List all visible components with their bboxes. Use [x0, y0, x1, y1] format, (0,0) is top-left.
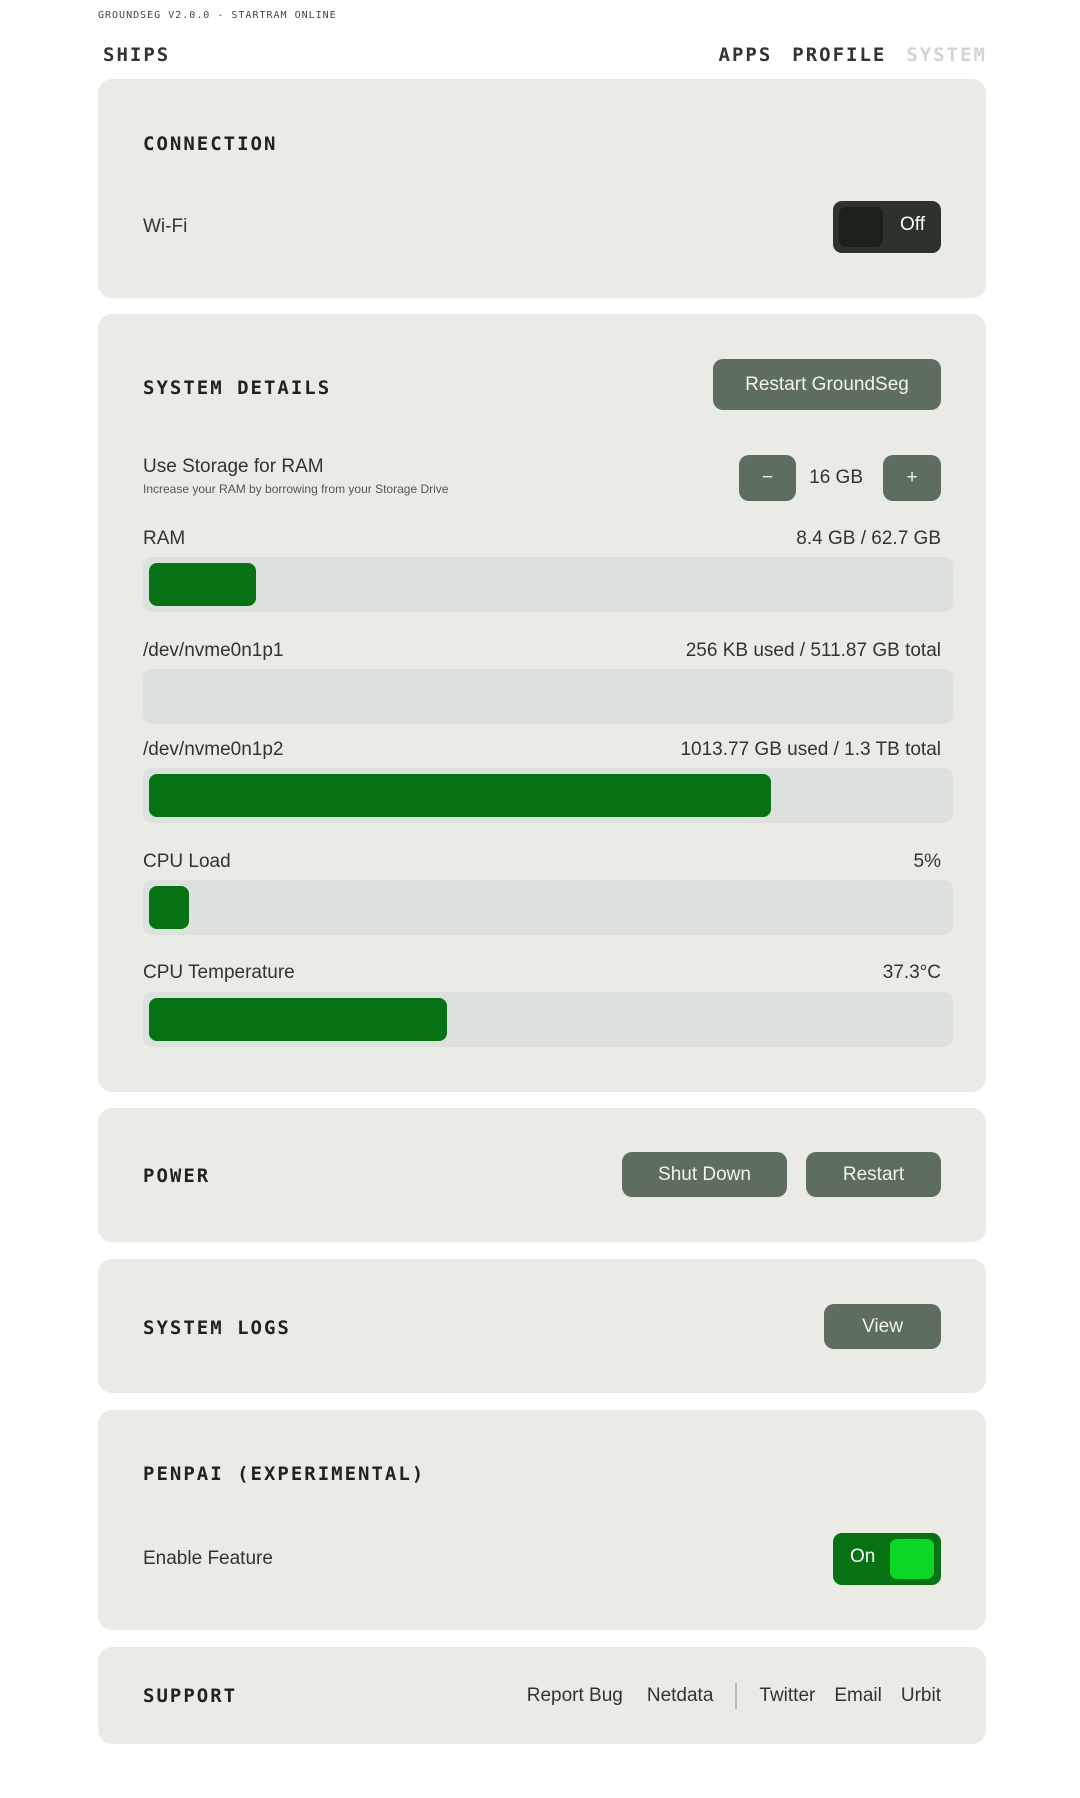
wifi-toggle[interactable]: Off — [833, 201, 941, 253]
swap-label: Use Storage for RAM — [143, 456, 324, 477]
email-link[interactable]: Email — [834, 1685, 882, 1707]
system-logs-card: SYSTEM LOGS View — [98, 1259, 986, 1393]
disk1-value: 256 KB used / 511.87 GB total — [685, 640, 941, 661]
penpai-card: PENPAI (EXPERIMENTAL) Enable Feature On — [98, 1410, 986, 1630]
system-details-title: SYSTEM DETAILS — [143, 377, 332, 399]
disk1-bar — [143, 669, 953, 724]
penpai-title: PENPAI (EXPERIMENTAL) — [143, 1463, 426, 1485]
disk1-label: /dev/nvme0n1p1 — [143, 640, 284, 661]
cpu-temp-value: 37.3°C — [882, 962, 941, 983]
nav-system-link[interactable]: SYSTEM — [906, 44, 987, 66]
disk2-bar-fill — [149, 774, 771, 817]
version-status-line: GROUNDSEG V2.0.0 - STARTRAM ONLINE — [98, 10, 337, 21]
restart-button[interactable]: Restart — [806, 1152, 941, 1197]
swap-decrease-button[interactable]: − — [739, 455, 796, 501]
swap-value: 16 GB — [809, 467, 863, 488]
power-title: POWER — [143, 1165, 211, 1187]
nav-ships-link[interactable]: SHIPS — [103, 44, 170, 66]
netdata-link[interactable]: Netdata — [647, 1685, 714, 1707]
swap-description: Increase your RAM by borrowing from your… — [143, 482, 449, 496]
cpu-load-bar-fill — [149, 886, 189, 929]
links-divider — [735, 1683, 738, 1709]
twitter-link[interactable]: Twitter — [759, 1685, 815, 1707]
support-title: SUPPORT — [143, 1685, 238, 1707]
ram-value: 8.4 GB / 62.7 GB — [796, 528, 941, 549]
urbit-link[interactable]: Urbit — [901, 1685, 941, 1707]
power-card: POWER Shut Down Restart — [98, 1108, 986, 1242]
disk2-value: 1013.77 GB used / 1.3 TB total — [680, 739, 941, 760]
swap-increase-button[interactable]: + — [883, 455, 941, 501]
system-details-card: SYSTEM DETAILS Restart GroundSeg Use Sto… — [98, 314, 986, 1092]
ram-bar-fill — [149, 563, 256, 606]
penpai-toggle-knob — [890, 1539, 934, 1579]
connection-card: CONNECTION Wi-Fi Off — [98, 79, 986, 298]
system-logs-title: SYSTEM LOGS — [143, 1317, 291, 1339]
cpu-load-value: 5% — [913, 851, 941, 872]
cpu-load-bar — [143, 880, 953, 935]
cpu-load-label: CPU Load — [143, 851, 231, 872]
ram-bar — [143, 557, 953, 612]
ram-label: RAM — [143, 528, 186, 549]
nav-profile-link[interactable]: PROFILE — [792, 44, 886, 66]
disk2-bar — [143, 768, 953, 823]
report-bug-link[interactable]: Report Bug — [527, 1685, 623, 1707]
enable-feature-label: Enable Feature — [143, 1548, 273, 1569]
shutdown-button[interactable]: Shut Down — [622, 1152, 787, 1197]
top-nav: APPS PROFILE SYSTEM — [719, 44, 987, 66]
wifi-label: Wi-Fi — [143, 216, 188, 237]
wifi-toggle-knob — [839, 207, 883, 247]
cpu-temp-bar-fill — [149, 998, 447, 1041]
nav-apps-link[interactable]: APPS — [719, 44, 773, 66]
wifi-toggle-label: Off — [900, 214, 925, 235]
cpu-temp-label: CPU Temperature — [143, 962, 295, 983]
view-logs-button[interactable]: View — [824, 1304, 941, 1349]
support-links: Report Bug Netdata Twitter Email Urbit — [527, 1683, 941, 1709]
support-card: SUPPORT Report Bug Netdata Twitter Email… — [98, 1647, 986, 1744]
connection-title: CONNECTION — [143, 133, 278, 155]
restart-groundseg-button[interactable]: Restart GroundSeg — [713, 359, 941, 410]
penpai-toggle-label: On — [850, 1546, 876, 1567]
cpu-temp-bar — [143, 992, 953, 1047]
penpai-toggle[interactable]: On — [833, 1533, 941, 1585]
disk2-label: /dev/nvme0n1p2 — [143, 739, 284, 760]
